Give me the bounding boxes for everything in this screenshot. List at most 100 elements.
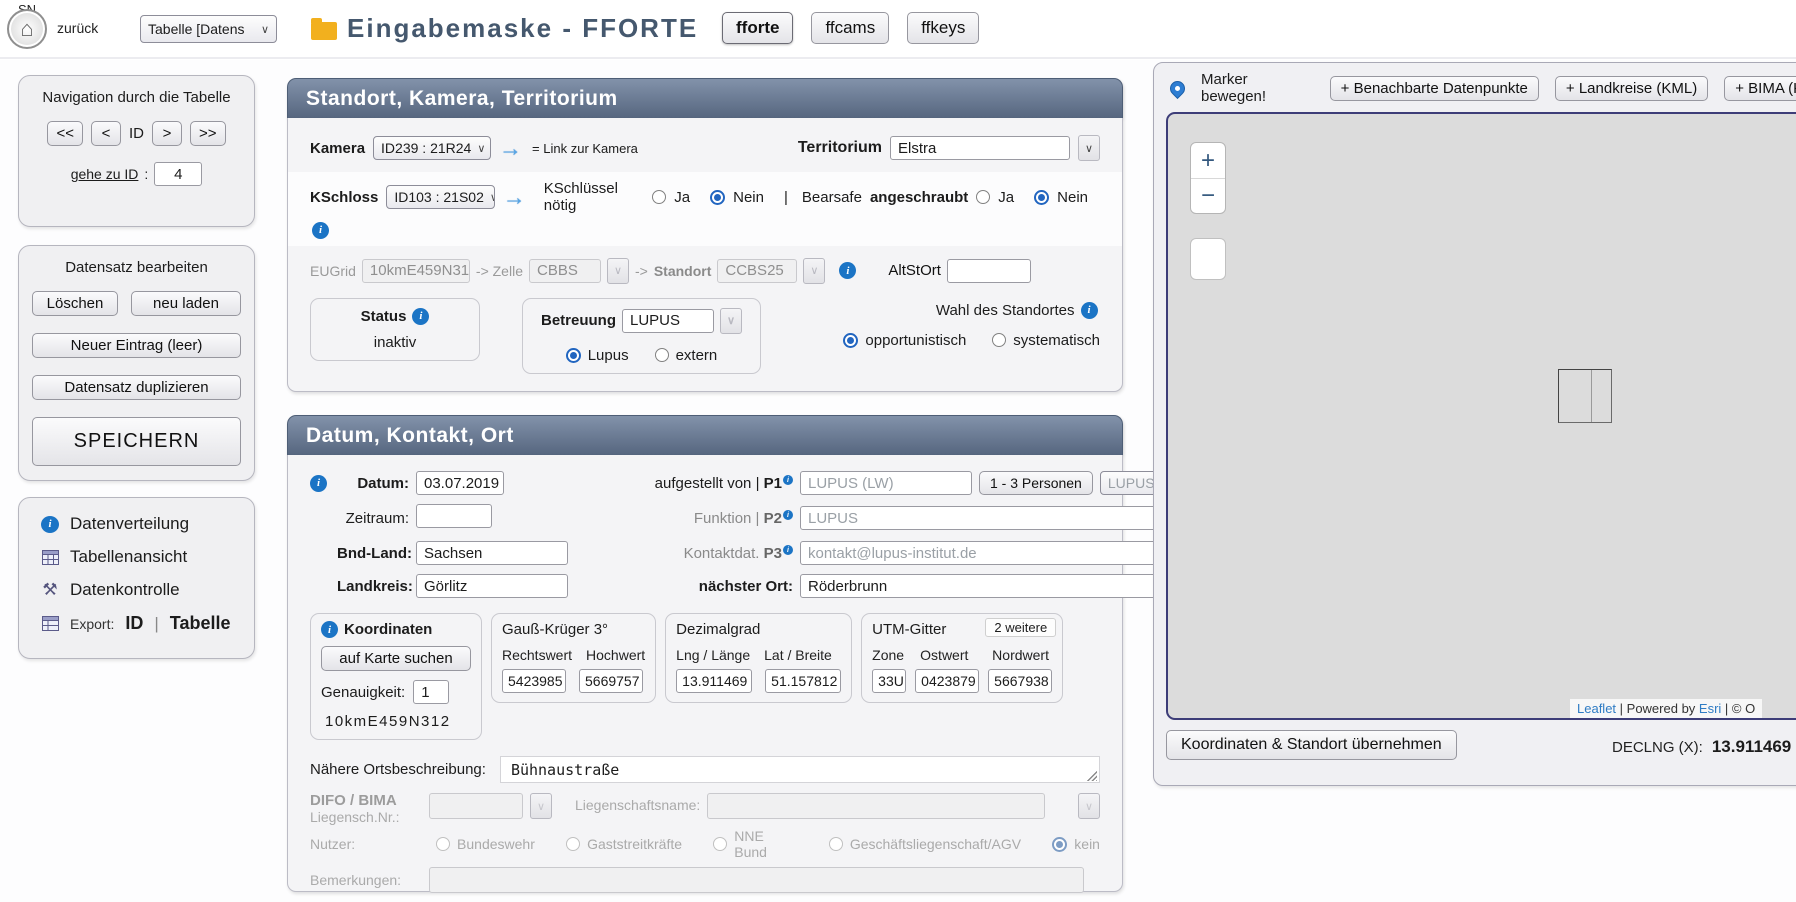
zone-input[interactable]: 33U bbox=[872, 669, 906, 693]
kschluessel-ja-radio[interactable] bbox=[652, 190, 666, 204]
declng-value: 13.911469 bbox=[1712, 737, 1791, 757]
liegensch-nr-label: Liegensch.Nr.: bbox=[310, 809, 422, 825]
next-record-button[interactable]: > bbox=[152, 121, 182, 146]
chevron-down-icon: ∨ bbox=[614, 264, 622, 277]
personen-button[interactable]: 1 - 3 Personen bbox=[979, 471, 1093, 495]
p1-input[interactable]: LUPUS (LW) bbox=[800, 471, 972, 495]
betreuung-dropdown-button[interactable]: ∨ bbox=[720, 308, 742, 334]
bearsafe-ja-label: Ja bbox=[998, 189, 1014, 206]
betreuung-input[interactable]: LUPUS bbox=[622, 309, 714, 333]
betreuung-lupus-radio[interactable] bbox=[566, 348, 581, 363]
export-table-link[interactable]: Tabelle bbox=[170, 613, 231, 634]
info-icon[interactable]: i bbox=[839, 262, 856, 279]
leaflet-link[interactable]: Leaflet bbox=[1577, 701, 1616, 716]
territorium-label: Territorium bbox=[798, 139, 882, 157]
new-entry-button[interactable]: Neuer Eintrag (leer) bbox=[32, 333, 241, 358]
delete-button[interactable]: Löschen bbox=[32, 291, 118, 316]
tabellenansicht-link[interactable]: Tabellenansicht bbox=[41, 547, 254, 567]
bearsafe-ja-radio[interactable] bbox=[976, 190, 990, 204]
kamera-select[interactable]: ID239 : 21R24 ∨ bbox=[373, 136, 491, 160]
last-record-button[interactable]: >> bbox=[190, 121, 226, 146]
tab-ffkeys[interactable]: ffkeys bbox=[907, 12, 979, 44]
kschluessel-label: KSchlüssel nötig bbox=[544, 180, 645, 214]
esri-link[interactable]: Esri bbox=[1699, 701, 1721, 716]
info-icon[interactable]: i bbox=[412, 308, 429, 325]
save-button[interactable]: SPEICHERN bbox=[32, 417, 241, 466]
chevron-down-icon: ∨ bbox=[727, 314, 735, 327]
goto-id-link[interactable]: gehe zu ID bbox=[71, 166, 139, 182]
nutzer-bundeswehr-label: Bundeswehr bbox=[457, 836, 535, 852]
hochwert-input[interactable]: 5669757 bbox=[579, 669, 643, 693]
export-id-link[interactable]: ID bbox=[125, 613, 143, 634]
info-icon[interactable]: i bbox=[1081, 302, 1098, 319]
bndland-input[interactable]: Sachsen bbox=[416, 541, 568, 565]
reload-button[interactable]: neu laden bbox=[131, 291, 241, 316]
info-icon[interactable]: i bbox=[321, 621, 338, 638]
p2-label-text: Funktion | bbox=[694, 510, 760, 527]
karte-suchen-button[interactable]: auf Karte suchen bbox=[321, 646, 471, 671]
kschloss-select[interactable]: ID103 : 21S02 ∨ bbox=[386, 185, 494, 209]
datum-input[interactable]: 03.07.2019 bbox=[416, 471, 504, 495]
tab-fforte[interactable]: fforte bbox=[722, 12, 793, 44]
ostwert-input[interactable]: 0423879 bbox=[915, 669, 979, 693]
lng-input[interactable]: 13.911469 bbox=[676, 669, 752, 693]
kschloss-link-arrow-icon[interactable]: → bbox=[503, 189, 526, 205]
kschluessel-nein-radio[interactable] bbox=[710, 190, 725, 205]
p3-input[interactable]: kontakt@lupus-institut.de bbox=[800, 541, 1198, 565]
bima-kml-button[interactable]: + BIMA (KML) bbox=[1724, 76, 1796, 101]
betreuung-extern-radio[interactable] bbox=[655, 348, 669, 362]
landkreise-kml-button[interactable]: + Landkreise (KML) bbox=[1555, 76, 1708, 101]
zeitraum-input[interactable] bbox=[416, 504, 492, 528]
lat-input[interactable]: 51.157812 bbox=[765, 669, 841, 693]
zoom-out-button[interactable]: − bbox=[1191, 178, 1225, 213]
info-icon[interactable]: i bbox=[783, 545, 793, 555]
territorium-dropdown-button[interactable]: ∨ bbox=[1078, 135, 1100, 161]
bearsafe-nein-radio[interactable] bbox=[1034, 190, 1049, 205]
utm-col1: Zone bbox=[872, 647, 906, 663]
map-layers-control[interactable] bbox=[1190, 238, 1226, 280]
duplicate-button[interactable]: Datensatz duplizieren bbox=[32, 375, 241, 400]
info-icon[interactable]: i bbox=[783, 475, 793, 485]
zoom-in-button[interactable]: + bbox=[1191, 143, 1225, 178]
tab-ffcams[interactable]: ffcams bbox=[811, 12, 889, 44]
utm-more-button[interactable]: 2 weitere bbox=[985, 618, 1056, 637]
nordwert-input[interactable]: 5667938 bbox=[988, 669, 1052, 693]
p3-label-text: Kontaktdat. bbox=[684, 545, 760, 562]
goto-id-input[interactable]: 4 bbox=[154, 162, 202, 186]
goto-id-colon: : bbox=[144, 166, 148, 182]
wahl-systematisch-radio[interactable] bbox=[992, 333, 1006, 347]
gauss-krueger-box: Gauß-Krüger 3° Rechtswert Hochwert 54239… bbox=[491, 613, 656, 703]
top-bar: SN ⌂ zurück Tabelle [Datens ∨ Eingabemas… bbox=[0, 0, 1796, 60]
rechtswert-input[interactable]: 5423985 bbox=[502, 669, 566, 693]
info-icon[interactable]: i bbox=[310, 475, 327, 492]
difo-bima-label: DIFO / BIMA bbox=[310, 793, 422, 809]
ort-input[interactable]: Röderbrunn bbox=[800, 574, 1198, 598]
home-button[interactable]: ⌂ bbox=[7, 9, 47, 49]
back-label[interactable]: zurück bbox=[57, 20, 98, 36]
chevron-down-icon: ∨ bbox=[1085, 142, 1093, 155]
genauigkeit-input[interactable]: 1 bbox=[413, 680, 449, 704]
camera-link-arrow-icon[interactable]: → bbox=[499, 140, 522, 156]
datenverteilung-link[interactable]: i Datenverteilung bbox=[41, 514, 254, 534]
map-canvas[interactable]: + − Leaflet | Powered by Esri | © O bbox=[1166, 112, 1796, 720]
ortsbeschreibung-value: Bühnaustraße bbox=[511, 761, 619, 779]
tools-box: i Datenverteilung Tabellenansicht ⚒ Date… bbox=[18, 497, 255, 659]
territorium-input[interactable]: Elstra bbox=[890, 136, 1070, 160]
nutzer-kein-label: kein bbox=[1074, 836, 1100, 852]
ortsbeschreibung-textarea[interactable]: Bühnaustraße bbox=[500, 756, 1100, 783]
resize-handle[interactable] bbox=[1086, 770, 1097, 781]
wahl-opportunistisch-radio[interactable] bbox=[843, 333, 858, 348]
zelle-input: CBBS bbox=[529, 259, 601, 283]
landkreis-input[interactable]: Görlitz bbox=[416, 574, 568, 598]
benachbarte-datenpunkte-button[interactable]: + Benachbarte Datenpunkte bbox=[1330, 76, 1539, 101]
prev-record-button[interactable]: < bbox=[91, 121, 121, 146]
grid-code: 10kmE459N312 bbox=[321, 713, 471, 730]
first-record-button[interactable]: << bbox=[47, 121, 83, 146]
koordinaten-uebernehmen-button[interactable]: Koordinaten & Standort übernehmen bbox=[1166, 730, 1457, 760]
p2-input[interactable]: LUPUS bbox=[800, 506, 1198, 530]
table-select[interactable]: Tabelle [Datens ∨ bbox=[140, 15, 277, 43]
info-icon[interactable]: i bbox=[783, 510, 793, 520]
altstort-input[interactable] bbox=[947, 259, 1031, 283]
datenkontrolle-link[interactable]: ⚒ Datenkontrolle bbox=[41, 580, 254, 600]
info-icon[interactable]: i bbox=[312, 222, 329, 239]
